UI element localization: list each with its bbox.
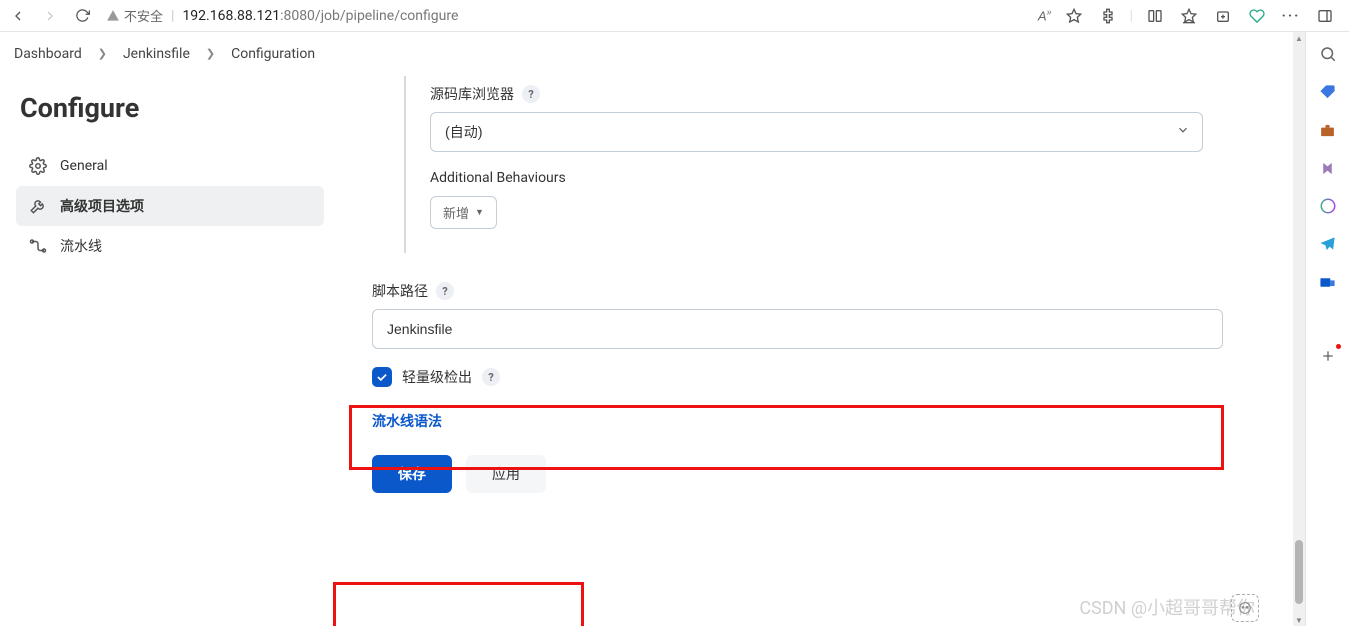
chevron-down-icon xyxy=(1176,123,1190,141)
chevron-right-icon: ❯ xyxy=(98,47,107,60)
apply-button[interactable]: 应用 xyxy=(466,455,546,493)
save-button[interactable]: 保存 xyxy=(372,455,452,493)
sidebar-item-label: General xyxy=(60,158,108,174)
scm-browser-value: (自动) xyxy=(445,122,483,142)
scm-browser-select[interactable]: (自动) xyxy=(430,112,1203,152)
copilot-sidebar-icon[interactable] xyxy=(1318,196,1338,216)
scm-browser-label: 源码库浏览器 xyxy=(430,84,514,104)
gear-icon xyxy=(28,156,48,176)
sidebar-item-general[interactable]: General xyxy=(16,146,324,186)
telegram-icon[interactable] xyxy=(1318,234,1338,254)
add-button-label: 新增 xyxy=(443,203,469,222)
briefcase-icon[interactable] xyxy=(1318,120,1338,140)
favorite-icon[interactable] xyxy=(1062,4,1086,28)
performance-icon[interactable] xyxy=(1245,4,1269,28)
add-sidebar-icon[interactable] xyxy=(1318,346,1338,366)
lightweight-checkout-label: 轻量级检出 xyxy=(402,367,472,387)
pipeline-icon xyxy=(28,236,48,256)
add-behaviour-button[interactable]: 新增 ▼ xyxy=(430,196,497,229)
wrench-icon xyxy=(28,196,48,216)
additional-behaviours-label: Additional Behaviours xyxy=(430,170,1203,186)
games-icon[interactable] xyxy=(1318,158,1338,178)
favorites-bar-icon[interactable] xyxy=(1177,4,1201,28)
browser-toolbar: 不安全 | 192.168.88.121:8080/job/pipeline/c… xyxy=(0,0,1349,32)
chevron-right-icon: ❯ xyxy=(206,47,215,60)
page-title: Configure xyxy=(20,92,324,124)
forward-button[interactable] xyxy=(38,4,62,28)
breadcrumb-configuration[interactable]: Configuration xyxy=(231,46,315,62)
lightweight-checkout-checkbox[interactable] xyxy=(372,367,392,387)
copilot-icon[interactable] xyxy=(1231,594,1259,622)
scrollbar[interactable]: ▲ ▼ xyxy=(1293,32,1305,626)
pipeline-syntax-link[interactable]: 流水线语法 xyxy=(372,414,442,430)
more-icon[interactable]: ··· xyxy=(1279,4,1303,28)
help-icon[interactable]: ? xyxy=(482,368,500,386)
help-icon[interactable]: ? xyxy=(436,282,454,300)
script-path-label: 脚本路径 xyxy=(372,281,428,301)
extensions-icon[interactable] xyxy=(1096,4,1120,28)
scroll-up-icon[interactable]: ▲ xyxy=(1293,32,1305,44)
back-button[interactable] xyxy=(6,4,30,28)
warning-icon: 不安全 xyxy=(106,6,163,25)
form-area: 源码库浏览器 ? (自动) Additional Behaviours 新增 ▼ xyxy=(340,76,1305,626)
breadcrumb-job[interactable]: Jenkinsfile xyxy=(123,46,190,62)
split-screen-icon[interactable] xyxy=(1143,4,1167,28)
collections-icon[interactable] xyxy=(1211,4,1235,28)
sidebar-item-pipeline[interactable]: 流水线 xyxy=(16,226,324,266)
breadcrumb: Dashboard ❯ Jenkinsfile ❯ Configuration xyxy=(0,32,1305,76)
outlook-icon[interactable] xyxy=(1318,272,1338,292)
url-text: 192.168.88.121:8080/job/pipeline/configu… xyxy=(182,8,1025,24)
url-bar[interactable]: 不安全 | 192.168.88.121:8080/job/pipeline/c… xyxy=(102,1,1030,31)
read-aloud-icon[interactable]: A» xyxy=(1038,7,1052,23)
sidebar-item-label: 流水线 xyxy=(60,236,102,256)
separator: | xyxy=(171,8,174,24)
caret-down-icon: ▼ xyxy=(475,207,484,218)
tag-icon[interactable] xyxy=(1318,82,1338,102)
help-icon[interactable]: ? xyxy=(522,85,540,103)
sidebar-toggle-icon[interactable] xyxy=(1313,4,1337,28)
sidebar-item-label: 高级项目选项 xyxy=(60,196,144,216)
separator: | xyxy=(1130,8,1133,24)
search-icon[interactable] xyxy=(1318,44,1338,64)
sidebar-item-advanced[interactable]: 高级项目选项 xyxy=(16,186,324,226)
script-path-input[interactable] xyxy=(372,309,1223,349)
edge-sidebar xyxy=(1305,32,1349,626)
config-sidebar: Configure General 高级项目选项 流水线 xyxy=(0,76,340,626)
refresh-button[interactable] xyxy=(70,4,94,28)
form-actions: 保存 应用 xyxy=(340,455,1305,493)
scroll-thumb[interactable] xyxy=(1295,540,1303,604)
breadcrumb-dashboard[interactable]: Dashboard xyxy=(14,46,82,62)
scroll-down-icon[interactable]: ▼ xyxy=(1293,614,1305,626)
main-content: Dashboard ❯ Jenkinsfile ❯ Configuration … xyxy=(0,32,1305,626)
